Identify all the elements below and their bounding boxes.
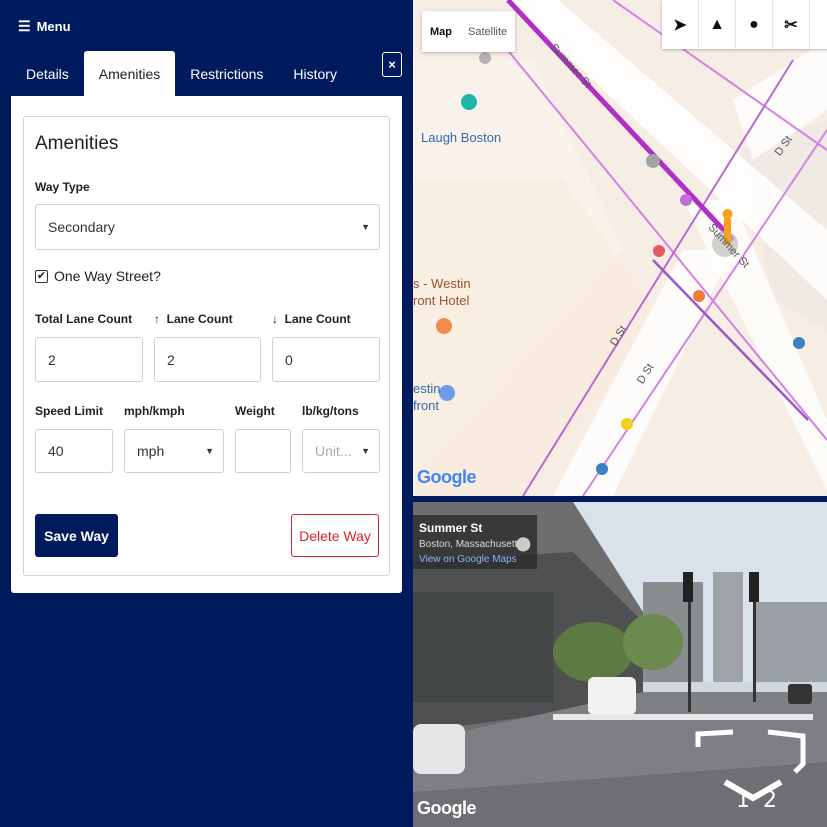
- place-westin2-line1: estin: [413, 381, 441, 396]
- weight-label: Weight: [235, 404, 275, 418]
- tab-content: Amenities Way Type Secondary ▼ ✔ One Way…: [11, 96, 402, 593]
- speed-unit-select[interactable]: mph ▼: [124, 429, 224, 473]
- caret-down-icon: ▼: [205, 446, 214, 456]
- up-lane-label: ↑ Lane Count: [154, 312, 233, 326]
- road-icon[interactable]: ▲: [699, 0, 736, 49]
- one-way-checkbox[interactable]: ✔: [35, 269, 48, 283]
- caret-down-icon: ▼: [361, 222, 370, 232]
- street-view-subtitle: Boston, Massachusetts: [419, 539, 523, 550]
- close-button[interactable]: ×: [382, 52, 402, 77]
- place-westin-line2: ront Hotel: [413, 293, 470, 308]
- arrow-up-icon: ↑: [154, 312, 160, 326]
- way-type-select[interactable]: Secondary ▼: [35, 204, 380, 250]
- scissors-icon[interactable]: ✂: [773, 0, 810, 49]
- street-view-info-card: Summer St Boston, Massachusetts View on …: [413, 515, 537, 569]
- save-way-button[interactable]: Save Way: [35, 514, 118, 557]
- amenities-card: Amenities Way Type Secondary ▼ ✔ One Way…: [23, 116, 390, 576]
- close-icon: ×: [388, 57, 396, 72]
- tab-details[interactable]: Details: [11, 51, 84, 97]
- one-way-row: ✔ One Way Street?: [35, 268, 161, 284]
- hamburger-icon: ☰: [18, 18, 31, 34]
- card-title: Amenities: [35, 133, 119, 154]
- view-on-google-maps-link[interactable]: View on Google Maps: [419, 554, 531, 565]
- street-view-title: Summer St: [419, 521, 483, 535]
- caret-down-icon: ▼: [361, 446, 370, 456]
- weight-unit-label: lb/kg/tons: [302, 404, 359, 418]
- delete-way-button[interactable]: Delete Way: [291, 514, 379, 557]
- speed-limit-input[interactable]: 40: [35, 429, 113, 473]
- side-panel: ☰ Menu Details Amenities Restrictions Hi…: [0, 0, 413, 827]
- up-lane-input[interactable]: 2: [154, 337, 261, 382]
- total-lane-label: Total Lane Count: [35, 312, 133, 326]
- weight-unit-select[interactable]: Unit... ▼: [302, 429, 380, 473]
- menu-label: Menu: [36, 19, 71, 34]
- one-way-label: One Way Street?: [54, 268, 161, 284]
- tab-restrictions[interactable]: Restrictions: [175, 51, 278, 97]
- map-toolbar: ➤ ▲ ● ✂: [662, 0, 827, 49]
- tab-bar: Details Amenities Restrictions History: [11, 51, 352, 97]
- nav-label-2: 2: [763, 788, 777, 813]
- marker-icon[interactable]: ●: [736, 0, 773, 49]
- google-logo-map: Google: [417, 467, 477, 487]
- nav-label-1: 1: [736, 788, 750, 813]
- google-logo-street-view: Google: [417, 798, 477, 818]
- down-lane-label: ↓ Lane Count: [272, 312, 351, 326]
- map-type-toggle: Map Satellite: [422, 11, 516, 52]
- place-westin-line1: s - Westin: [413, 276, 471, 291]
- map-type-satellite[interactable]: Satellite: [460, 26, 515, 38]
- street-view[interactable]: Summer St Boston, Massachusetts View on …: [413, 502, 827, 827]
- speed-unit-label: mph/kmph: [124, 404, 185, 418]
- way-type-value: Secondary: [48, 219, 115, 235]
- map-canvas: [413, 0, 827, 496]
- arrow-down-icon: ↓: [272, 312, 278, 326]
- cursor-icon[interactable]: ➤: [662, 0, 699, 49]
- place-laugh-boston[interactable]: Laugh Boston: [421, 130, 501, 145]
- map-type-map[interactable]: Map: [422, 26, 460, 38]
- place-westin2-line2: front: [413, 398, 440, 413]
- menu-button[interactable]: ☰ Menu: [18, 18, 71, 35]
- way-type-label: Way Type: [35, 180, 90, 194]
- down-lane-input[interactable]: 0: [272, 337, 380, 382]
- tab-history[interactable]: History: [278, 51, 352, 97]
- speed-limit-label: Speed Limit: [35, 404, 104, 418]
- total-lane-input[interactable]: 2: [35, 337, 143, 382]
- weight-input[interactable]: [235, 429, 291, 473]
- tab-amenities[interactable]: Amenities: [83, 51, 176, 97]
- map-view[interactable]: Laugh Boston s - Westin ront Hotel estin…: [413, 0, 827, 496]
- map-pin-icon: ⬤: [515, 535, 531, 551]
